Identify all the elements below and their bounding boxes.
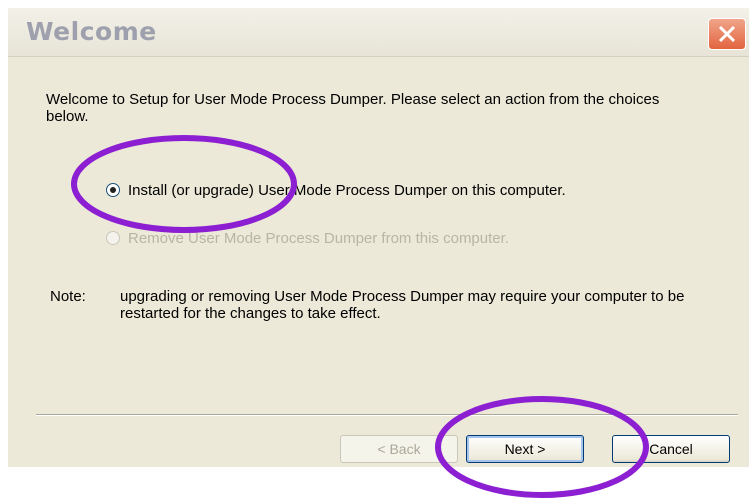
- close-icon: [718, 25, 736, 43]
- back-button: < Back: [340, 435, 458, 463]
- install-radio[interactable]: [106, 183, 120, 197]
- title-bar: Welcome: [8, 8, 749, 57]
- note-text: upgrading or removing User Mode Process …: [120, 288, 685, 322]
- install-option[interactable]: Install (or upgrade) User Mode Process D…: [106, 180, 566, 200]
- remove-option: Remove User Mode Process Dumper from thi…: [106, 228, 509, 248]
- setup-dialog: Welcome Welcome to Setup for User Mode P…: [0, 0, 749, 498]
- close-button[interactable]: [708, 18, 746, 50]
- note-label: Note:: [50, 288, 86, 305]
- remove-radio: [106, 231, 120, 245]
- note-block: Note: upgrading or removing User Mode Pr…: [50, 288, 684, 322]
- cancel-button[interactable]: Cancel: [612, 435, 730, 463]
- button-divider: [36, 414, 738, 416]
- next-button[interactable]: Next >: [466, 435, 584, 463]
- window-title: Welcome: [26, 17, 157, 46]
- remove-option-label: Remove User Mode Process Dumper from thi…: [128, 229, 509, 247]
- intro-text: Welcome to Setup for User Mode Process D…: [46, 91, 660, 125]
- install-option-label: Install (or upgrade) User Mode Process D…: [128, 181, 566, 199]
